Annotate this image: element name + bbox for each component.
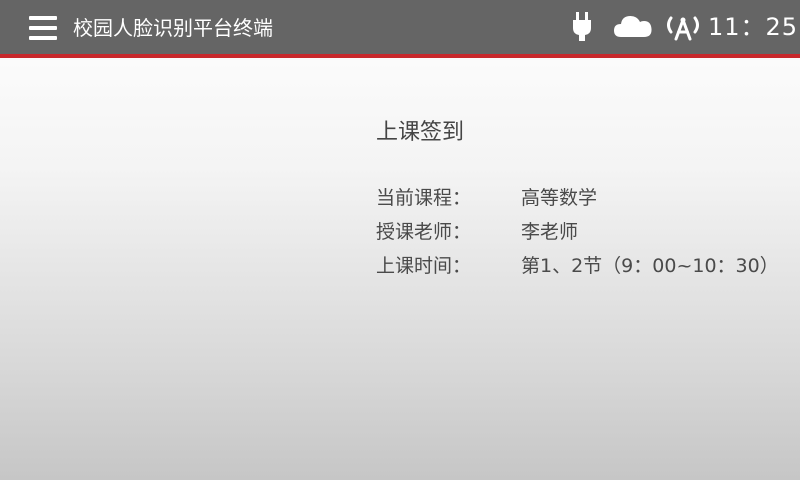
menu-icon-line xyxy=(29,36,57,40)
teacher-row: 授课老师： 李老师 xyxy=(376,215,779,249)
screen: 校园人脸识别平台终端 11：25 上课签到 当前课程： 高等数学 授课老师： 李… xyxy=(0,0,800,480)
teacher-value: 李老师 xyxy=(521,221,579,243)
class-time-label: 上课时间： xyxy=(376,255,472,277)
course-value: 高等数学 xyxy=(521,187,598,209)
cloud-icon xyxy=(613,10,653,44)
menu-icon-line xyxy=(29,16,57,20)
wireless-antenna-icon xyxy=(664,10,702,44)
header-accent-line xyxy=(0,54,800,58)
checkin-panel: 上课签到 当前课程： 高等数学 授课老师： 李老师 上课时间： 第1、2节（9：… xyxy=(376,118,779,283)
power-plug-icon xyxy=(570,10,594,44)
course-row: 当前课程： 高等数学 xyxy=(376,181,779,215)
teacher-label: 授课老师： xyxy=(376,221,472,243)
app-title: 校园人脸识别平台终端 xyxy=(73,16,273,40)
page-title: 上课签到 xyxy=(376,120,465,145)
class-time-row: 上课时间： 第1、2节（9：00~10：30） xyxy=(376,249,779,283)
clock: 11：25 xyxy=(708,13,799,41)
menu-icon-line xyxy=(29,26,57,30)
class-time-value: 第1、2节（9：00~10：30） xyxy=(521,255,779,277)
top-bar: 校园人脸识别平台终端 11：25 xyxy=(0,0,800,54)
course-label: 当前课程： xyxy=(376,187,472,209)
menu-icon[interactable] xyxy=(29,16,57,40)
